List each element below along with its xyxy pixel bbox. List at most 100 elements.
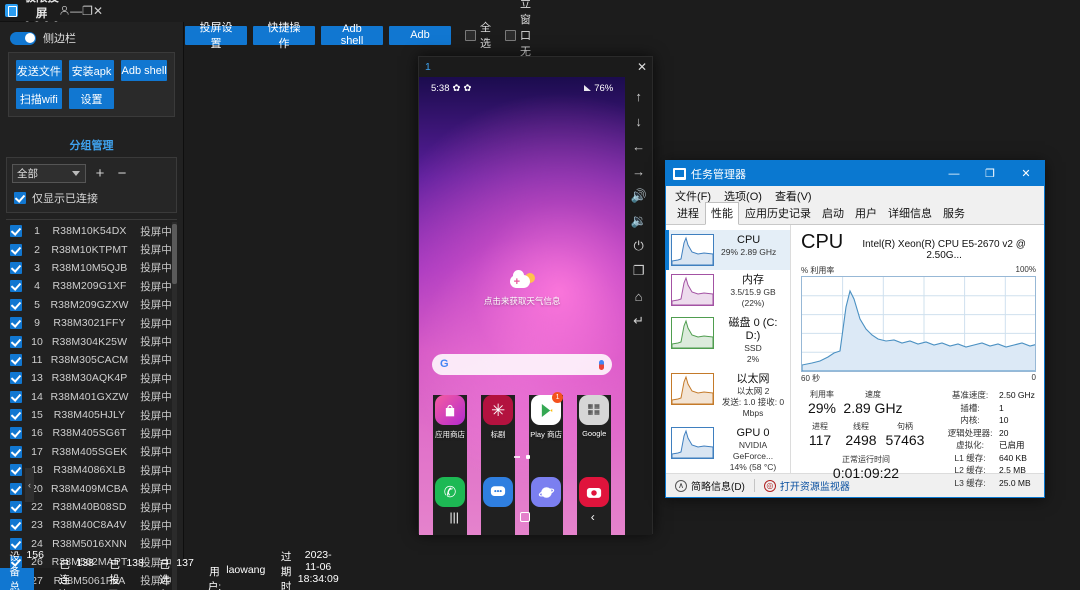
device-row[interactable]: 4R38M209G1XF投屏中 (6, 277, 177, 295)
arrow-right-icon[interactable]: → (630, 162, 648, 180)
device-checkbox[interactable] (10, 519, 22, 531)
install-apk-button[interactable]: 安装apk (69, 60, 115, 81)
only-connected-box[interactable] (14, 192, 26, 204)
task-manager-window[interactable]: 任务管理器 — ❐ ✕ 文件(F) 选项(O) 查看(V) 进程性能应用历史记录… (665, 160, 1045, 498)
volume-down-icon[interactable]: 🔉 (630, 212, 648, 230)
device-checkbox[interactable] (10, 244, 22, 256)
device-checkbox[interactable] (10, 483, 22, 495)
adb-shell-toolbar-button[interactable]: Adb shell (321, 26, 383, 45)
arrow-left-icon[interactable]: ← (630, 137, 648, 155)
select-all-checkbox[interactable]: 全选 (465, 19, 491, 51)
tm-maximize-button[interactable]: ❐ (972, 161, 1008, 186)
weather-widget[interactable]: + 点击来获取天气信息 (419, 273, 625, 307)
device-row[interactable]: 15R38M405HJLY投屏中 (6, 406, 177, 424)
device-checkbox[interactable] (10, 354, 22, 366)
phone-screen[interactable]: 5:38 ✿ ✿ 76% + 点击来获取天气信息 G (419, 77, 625, 535)
device-checkbox[interactable] (10, 280, 22, 292)
maximize-button[interactable]: ❐ (82, 0, 93, 22)
tm-minimize-button[interactable]: — (936, 161, 972, 186)
only-connected-checkbox[interactable]: 仅显示已连接 (12, 190, 171, 206)
device-checkbox[interactable] (10, 446, 22, 458)
settings-button[interactable]: 设置 (69, 88, 115, 109)
device-checkbox[interactable] (10, 225, 22, 237)
sidebar-toggle[interactable] (10, 32, 36, 45)
power-icon[interactable]: ⏻ (630, 237, 648, 255)
close-button[interactable]: ✕ (93, 0, 103, 22)
menu-view[interactable]: 查看(V) (775, 188, 812, 204)
mirror-settings-button[interactable]: 投屏设置 (185, 26, 247, 45)
tab-启动[interactable]: 启动 (817, 203, 849, 224)
adb-button[interactable]: Adb (389, 26, 451, 45)
tab-应用历史记录[interactable]: 应用历史记录 (740, 203, 816, 224)
microphone-icon[interactable] (599, 360, 604, 370)
device-row[interactable]: 16R38M405SG6T投屏中 (6, 424, 177, 442)
borderless-box[interactable] (505, 30, 516, 41)
device-row[interactable]: 17R38M405SGEK投屏中 (6, 443, 177, 461)
recents-button[interactable]: ||| (449, 510, 458, 524)
tab-用户[interactable]: 用户 (850, 203, 882, 224)
device-checkbox[interactable] (10, 464, 22, 476)
resource-item[interactable]: GPU 0NVIDIA GeForce...14% (58 °C) (666, 423, 790, 477)
device-row[interactable]: 1R38M10K54DX投屏中 (6, 222, 177, 240)
device-checkbox[interactable] (10, 336, 22, 348)
home-button[interactable] (520, 512, 530, 522)
right-collapse-handle[interactable]: ‹ (25, 468, 34, 502)
device-checkbox[interactable] (10, 391, 22, 403)
device-row[interactable]: 2R38M10KTPMT投屏中 (6, 240, 177, 258)
resource-sub1: 29% 2.89 GHz (721, 247, 776, 258)
device-row[interactable]: 23R38M40C8A4V投屏中 (6, 516, 177, 534)
google-search-bar[interactable]: G (432, 354, 612, 375)
uptime-label: 正常运行时间 (801, 454, 931, 465)
select-all-box[interactable] (465, 30, 476, 41)
device-checkbox[interactable] (10, 501, 22, 513)
device-row[interactable]: 14R38M401GXZW投屏中 (6, 388, 177, 406)
resource-item[interactable]: 以太网以太网 2发送: 1.0 接收: 0 Mbps (666, 369, 790, 423)
arrow-up-icon[interactable]: ↑ (630, 87, 648, 105)
user-icon[interactable] (59, 0, 70, 22)
device-row[interactable]: 9R38M3021FFY投屏中 (6, 314, 177, 332)
home-icon[interactable]: ⌂ (630, 287, 648, 305)
device-checkbox[interactable] (10, 409, 22, 421)
device-mirror-window[interactable]: 1 ✕ 5:38 ✿ ✿ 76% (418, 56, 653, 534)
device-checkbox[interactable] (10, 299, 22, 311)
sidebar-toggle-row[interactable]: 侧边栏 (8, 28, 175, 52)
remove-group-button[interactable]: − (114, 165, 130, 183)
tab-进程[interactable]: 进程 (672, 203, 704, 224)
arrow-down-icon[interactable]: ↓ (630, 112, 648, 130)
back-button[interactable]: ‹ (591, 510, 595, 524)
fewer-details-button[interactable]: ∧ 简略信息(D) (675, 478, 745, 493)
mirror-close-button[interactable]: ✕ (632, 57, 652, 77)
minimize-button[interactable]: — (70, 0, 82, 22)
device-row[interactable]: 3R38M10M5QJB投屏中 (6, 259, 177, 277)
tab-服务[interactable]: 服务 (938, 203, 970, 224)
back-icon[interactable]: ↵ (630, 312, 648, 330)
device-index: 23 (22, 519, 44, 531)
scan-wifi-button[interactable]: 扫描wifi (16, 88, 62, 109)
device-row[interactable]: 5R38M209GZXW投屏中 (6, 296, 177, 314)
footer-divider (754, 479, 755, 492)
group-select[interactable]: 全部 (12, 164, 86, 183)
device-row[interactable]: 11R38M305CACM投屏中 (6, 351, 177, 369)
phone-status-right: 76% (584, 83, 613, 94)
resource-item[interactable]: CPU29% 2.89 GHz (666, 230, 790, 270)
add-group-button[interactable]: + (92, 165, 108, 183)
resource-item[interactable]: 磁盘 0 (C: D:)SSD2% (666, 313, 790, 369)
send-file-button[interactable]: 发送文件 (16, 60, 62, 81)
tm-close-button[interactable]: ✕ (1008, 161, 1044, 186)
device-checkbox[interactable] (10, 427, 22, 439)
quick-actions-button[interactable]: 快捷操作 (253, 26, 315, 45)
device-checkbox[interactable] (10, 262, 22, 274)
device-checkbox[interactable] (10, 317, 22, 329)
device-list-scroll-thumb[interactable] (172, 224, 177, 284)
device-row[interactable]: 10R38M304K25W投屏中 (6, 332, 177, 350)
device-checkbox[interactable] (10, 372, 22, 384)
adb-shell-button[interactable]: Adb shell (121, 60, 167, 81)
device-row[interactable]: 13R38M30AQK4P投屏中 (6, 369, 177, 387)
device-list[interactable]: 1R38M10K54DX投屏中2R38M10KTPMT投屏中3R38M10M5Q… (6, 219, 177, 590)
volume-up-icon[interactable]: 🔊 (630, 187, 648, 205)
resource-item[interactable]: 内存3.5/15.9 GB (22%) (666, 270, 790, 313)
device-list-scrollbar[interactable] (172, 222, 177, 590)
copy-icon[interactable]: ❐ (630, 262, 648, 280)
tab-详细信息[interactable]: 详细信息 (883, 203, 937, 224)
tab-性能[interactable]: 性能 (705, 202, 739, 225)
